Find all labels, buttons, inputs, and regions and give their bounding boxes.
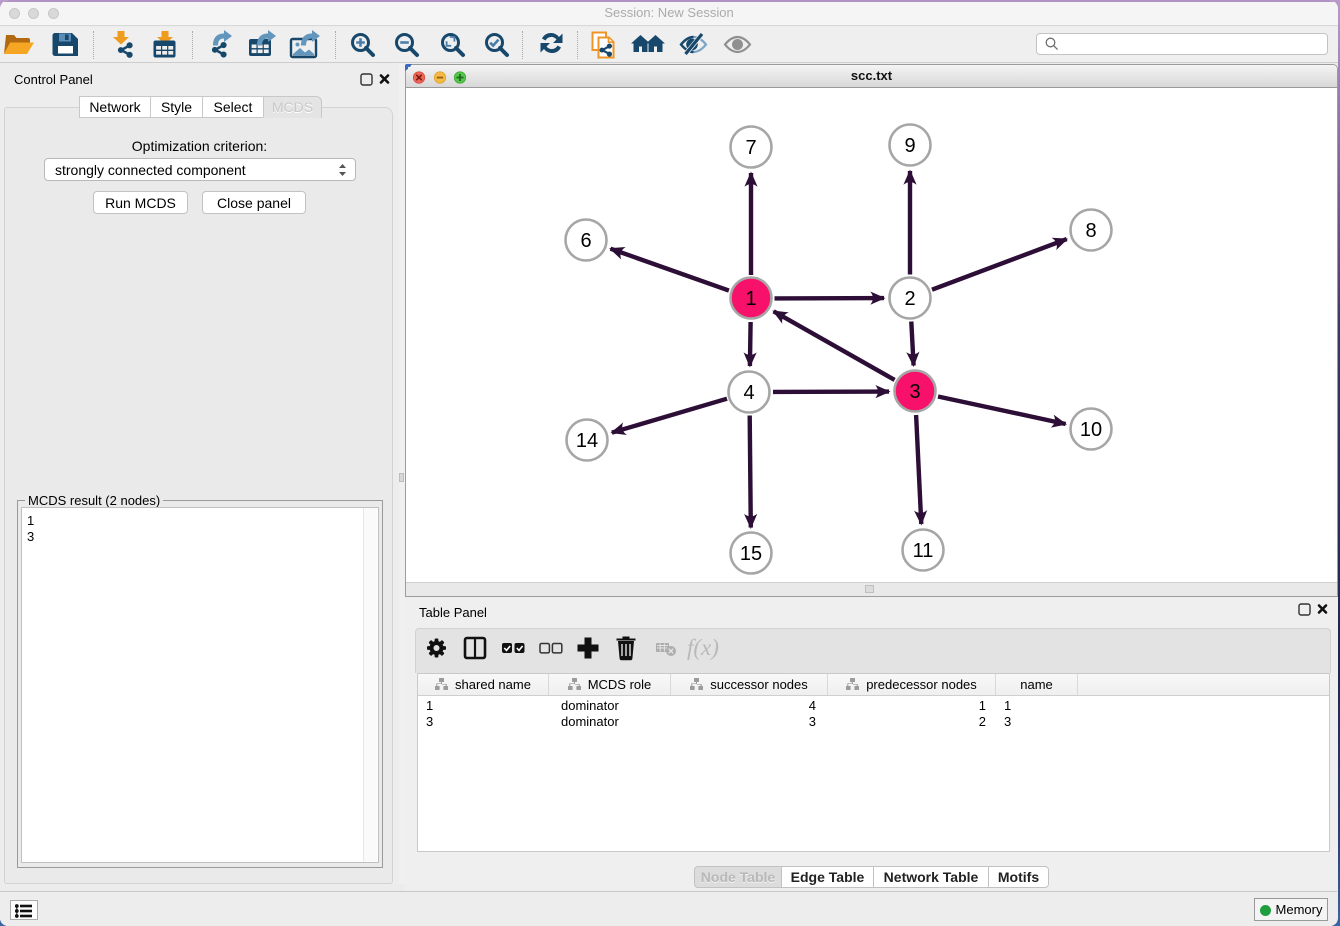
svg-text:3: 3 [909, 381, 920, 403]
svg-text:6: 6 [580, 230, 591, 252]
svg-text:10: 10 [1080, 419, 1102, 441]
svg-text:8: 8 [1085, 220, 1096, 242]
svg-text:11: 11 [913, 540, 934, 562]
svg-text:7: 7 [745, 137, 756, 159]
svg-text:9: 9 [904, 135, 915, 157]
svg-text:4: 4 [743, 382, 754, 404]
svg-text:2: 2 [904, 288, 915, 310]
svg-text:14: 14 [576, 430, 598, 452]
svg-text:15: 15 [740, 543, 762, 565]
svg-text:f(x): f(x) [687, 635, 719, 660]
svg-text:1: 1 [745, 288, 756, 310]
